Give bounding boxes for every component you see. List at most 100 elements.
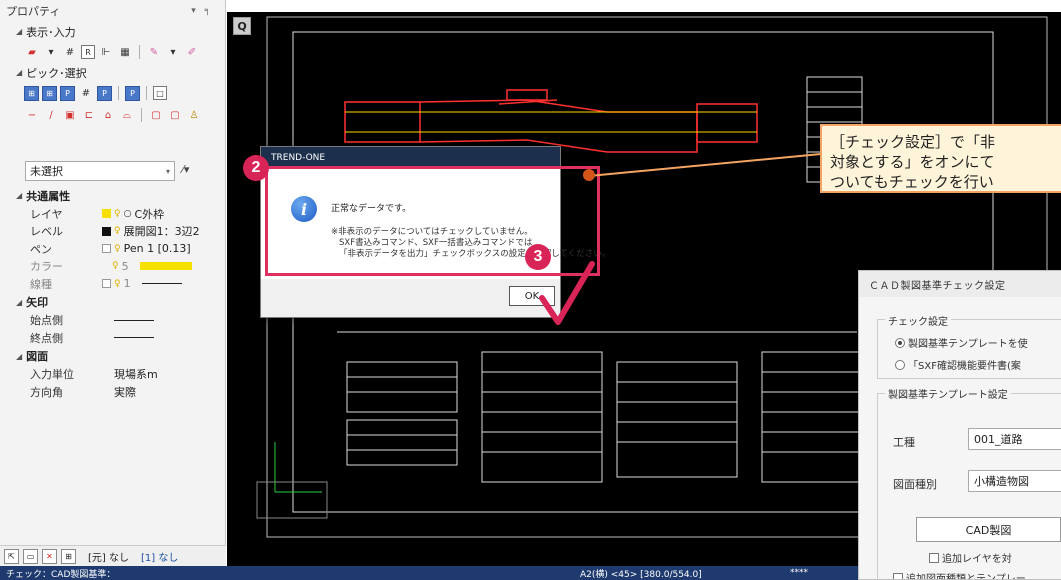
callout-anchor [583, 169, 595, 181]
pick-point-icon[interactable]: P [60, 85, 75, 101]
pick-area-icon[interactable]: ⊞ [24, 85, 39, 101]
section-label: 図面 [26, 350, 49, 363]
checkbox-icon [893, 572, 903, 579]
prop-row-end[interactable]: 終点側 [0, 329, 226, 347]
prop-row-level[interactable]: レベル ♀ 展開図1：3辺2 [0, 223, 226, 241]
grid-tool-icon[interactable]: ⊞ [61, 548, 76, 564]
dropdown-icon[interactable]: ▾ [43, 44, 59, 60]
print-icon[interactable]: ▭ [23, 548, 38, 564]
line-sample [141, 283, 182, 285]
property-panel: プロパティ ▾ ╕ ◢ 表示･入力 ▰ ▾ # R ⊩ ▦ ✎ ▾ ✐ ◢ ピッ… [0, 0, 226, 566]
home-icon[interactable]: ⌂ [100, 107, 116, 123]
arrow-header[interactable]: ◢ 矢印 [0, 293, 226, 312]
prop-row-color[interactable]: カラー ♀ 5 [0, 258, 226, 276]
sheet-header[interactable]: ◢ 図面 [0, 347, 226, 366]
prop-row-direction[interactable]: 方向角 実際 [0, 383, 226, 401]
pen-icon[interactable]: ✎ [146, 44, 162, 60]
dropdown-icon[interactable]: ▾ [165, 44, 181, 60]
filter-icon[interactable]: ⁄▾ [182, 163, 189, 176]
layer-icon[interactable]: ▰ [24, 44, 40, 60]
kind-field[interactable]: 001_道路 [968, 428, 1061, 450]
callout-leader [588, 153, 822, 177]
pick-box-icon[interactable]: □ [153, 86, 167, 100]
panel-title-bar: プロパティ ▾ ╕ [0, 0, 225, 22]
common-attr-header[interactable]: ◢ 共通属性 [0, 186, 226, 205]
curve-icon[interactable]: ⌓ [119, 107, 135, 123]
delete-icon[interactable]: ✕ [42, 548, 57, 564]
marker-icon[interactable]: ✐ [184, 44, 200, 60]
collapse-icon: ◢ [16, 191, 23, 200]
prop-value: Pen 1 [0.13] [123, 242, 191, 256]
section-display-input[interactable]: ◢ 表示･入力 [0, 22, 225, 41]
status-left: チェック：CAD製図基準： [6, 569, 116, 580]
prop-row-linetype[interactable]: 線種 ♀ 1 [0, 275, 226, 293]
cad-standard-button[interactable]: CAD製図 [916, 517, 1061, 542]
pick-p3-icon[interactable]: P [125, 85, 140, 101]
checkbox-icon [929, 552, 939, 563]
layer-label[interactable]: [1] なし [141, 549, 178, 564]
section-pick-select[interactable]: ◢ ピック･選択 [0, 63, 225, 82]
color-swatch [102, 244, 111, 254]
snap-icon[interactable]: ⊩ [98, 44, 114, 60]
frame2-icon[interactable]: ▢ [167, 107, 183, 123]
color-swatch [102, 279, 111, 289]
pick-p2-icon[interactable]: P [97, 85, 112, 101]
panel-bottom-bar: ⇱ ▭ ✕ ⊞ [元] なし [1] なし [0, 545, 226, 566]
prop-key: 入力単位 [30, 368, 74, 382]
app-window: プロパティ ▾ ╕ ◢ 表示･入力 ▰ ▾ # R ⊩ ▦ ✎ ▾ ✐ ◢ ピッ… [0, 0, 1061, 580]
kind-label: 工種 [893, 436, 915, 449]
pick-cross-icon[interactable]: ⊞ [42, 85, 57, 101]
selection-value: 未選択 [30, 165, 63, 178]
block-icon[interactable]: ▦ [117, 44, 133, 60]
group-label: チェック設定 [885, 313, 951, 328]
pick-hash-icon[interactable]: # [78, 85, 94, 101]
type-label: 図面種別 [893, 478, 937, 491]
callout-line: ついてもチェックを行い [830, 173, 994, 191]
checkbox-label: 追加図面種類とテンプレー [906, 574, 1026, 580]
line-sample [114, 319, 154, 321]
checkbox-label: 追加レイヤを対 [942, 554, 1012, 565]
panel-pin-icon[interactable]: ▾ ╕ [191, 6, 213, 16]
radio-label: 「SXF確認機能要件書(案 [908, 361, 1021, 372]
line-icon[interactable]: − [24, 107, 40, 123]
prop-key: 始点側 [30, 314, 63, 328]
prop-row-layer[interactable]: レイヤ ♀ ○ C外枠 [0, 205, 226, 223]
bag-icon[interactable]: ♙ [186, 107, 202, 123]
bulb-icon: ♀ [114, 278, 121, 289]
section-label: ピック･選択 [26, 66, 87, 80]
bulb-icon: ♀ [114, 208, 121, 219]
instruction-callout: ［チェック設定］で「非 対象とする」をオンにて ついてもチェックを行い [820, 124, 1061, 193]
radio-label: 製図基準テンプレートを使 [908, 339, 1028, 350]
r-mode-icon[interactable]: R [81, 45, 95, 59]
prop-row-start[interactable]: 始点側 [0, 312, 226, 330]
collapse-icon: ◢ [16, 297, 23, 307]
prop-key: 終点側 [30, 331, 63, 345]
type-field[interactable]: 小構造物図 [968, 470, 1061, 492]
group-label: 製図基準テンプレート設定 [885, 386, 1011, 401]
bulb-icon: ♀ [112, 261, 119, 272]
grid-icon[interactable]: # [62, 44, 78, 60]
canvas-view-button[interactable]: Q [233, 17, 251, 35]
branch-icon[interactable]: ⊏ [81, 107, 97, 123]
panel-title: プロパティ [6, 5, 61, 18]
callout-line: ［チェック設定］で「非 [830, 133, 996, 151]
checkbox-add-layer[interactable]: 追加レイヤを対 [929, 550, 1012, 565]
separator [118, 86, 119, 100]
radio-template[interactable]: 製図基準テンプレートを使 [895, 335, 1028, 350]
frame-icon[interactable]: ▢ [148, 107, 164, 123]
prop-row-unit[interactable]: 入力単位 現場系m [0, 366, 226, 384]
separator [146, 86, 147, 100]
search-icon: ○ [123, 208, 132, 219]
checkbox-add-sheet[interactable]: 追加図面種類とテンプレー [893, 570, 1026, 580]
radio-icon [895, 337, 905, 348]
collapse-icon: ◢ [16, 351, 23, 361]
slash-icon[interactable]: ∕ [43, 107, 59, 123]
rect-select-icon[interactable]: ▣ [62, 107, 78, 123]
dialog-title: TREND-ONE [261, 147, 560, 168]
radio-icon [895, 359, 905, 370]
prop-row-pen[interactable]: ペン ♀ Pen 1 [0.13] [0, 240, 226, 258]
layer-tool-icon[interactable]: ⇱ [4, 548, 19, 564]
selection-dropdown[interactable]: 未選択 ▾ [25, 161, 175, 181]
radio-sxf[interactable]: 「SXF確認機能要件書(案 [895, 357, 1021, 372]
origin-label[interactable]: [元] なし [88, 549, 129, 564]
